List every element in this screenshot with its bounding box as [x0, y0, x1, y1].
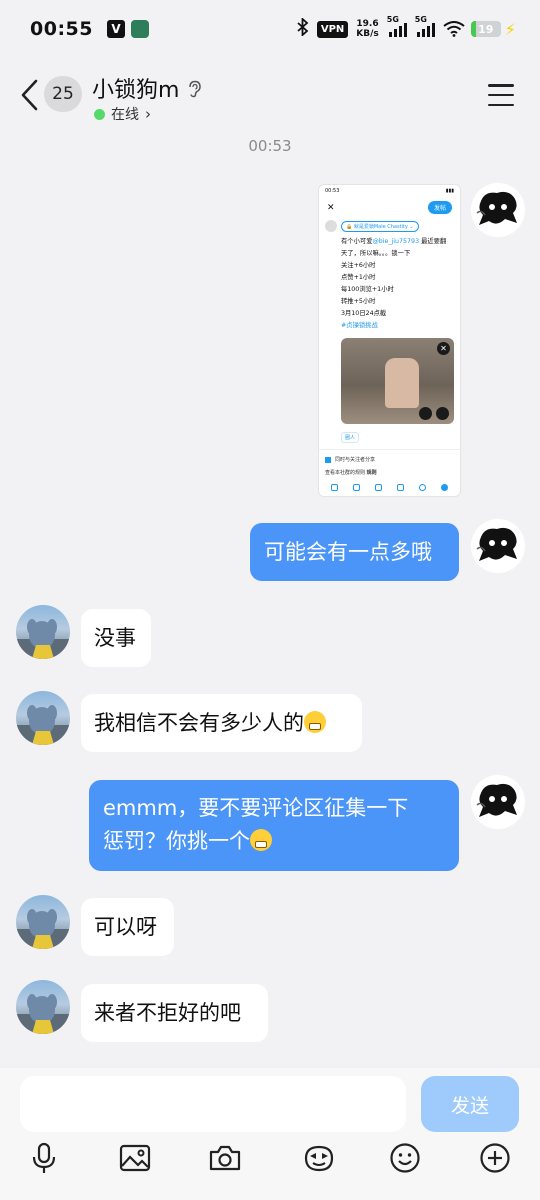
- composer: 发送: [0, 1068, 540, 1200]
- screenshot-post-text: 有个小可爱@bie_jiu75793 最近要翻 天了，所以嘛。。。锁一下 关注+…: [341, 238, 447, 329]
- contact-avatar[interactable]: [16, 691, 70, 745]
- notification-app-icon: V: [106, 20, 125, 38]
- message-text: 可以呀: [94, 915, 157, 939]
- bluetooth-icon: [297, 16, 309, 40]
- message-bubble-received[interactable]: 没事: [81, 609, 151, 667]
- message-text: 没事: [94, 626, 136, 650]
- my-avatar[interactable]: [471, 519, 525, 573]
- photo-more-icon: [436, 407, 449, 420]
- contact-avatar[interactable]: [16, 605, 70, 659]
- wifi-icon: [443, 21, 465, 37]
- photo-alt-icon: [419, 407, 432, 420]
- contact-avatar[interactable]: [16, 980, 70, 1034]
- screenshot-share-check: 同时与关注者分享: [319, 456, 460, 463]
- microphone-icon[interactable]: [24, 1138, 64, 1178]
- screenshot-toolbar: [319, 476, 460, 491]
- message-bubble-received[interactable]: 来者不拒好的吧: [81, 984, 268, 1042]
- screenshot-status-bar: 00:53 ▮▮▮: [325, 188, 454, 194]
- message-text: 来者不拒好的吧: [94, 1001, 241, 1025]
- message-input[interactable]: [20, 1076, 406, 1132]
- input-toolbar: [0, 1138, 540, 1178]
- screenshot-photo: ✕: [341, 338, 454, 424]
- notification-icons: V: [106, 20, 149, 38]
- grin-emoji-icon: [304, 711, 326, 733]
- network-speed: 19.6 KB/s: [356, 19, 379, 39]
- screenshot-audience: 🔒 就是爱锁Male Chastity ⌄: [341, 220, 419, 232]
- message-text: 可能会有一点多哦: [264, 540, 432, 564]
- my-avatar[interactable]: [471, 183, 525, 237]
- ear-icon[interactable]: [187, 79, 203, 98]
- battery-indicator: 19 ⚡: [470, 19, 516, 39]
- status-bar: 00:55 V VPN 19.6 KB/s 5G 5G 19 ⚡: [0, 0, 540, 58]
- my-avatar[interactable]: [471, 775, 525, 829]
- online-status[interactable]: 在线 ›: [94, 104, 151, 124]
- online-dot-icon: [94, 108, 105, 120]
- image-icon[interactable]: [115, 1138, 155, 1178]
- screenshot-tag-people: 圈人: [341, 432, 360, 443]
- screenshot-close-icon: ✕: [327, 202, 335, 213]
- message-bubble-received[interactable]: 我相信不会有多少人的: [81, 694, 362, 752]
- screenshot-post-button: 发帖: [427, 201, 452, 214]
- signal-icon-sim1: 5G: [387, 15, 407, 37]
- vpn-icon: VPN: [316, 20, 349, 38]
- status-time: 00:55: [30, 18, 93, 40]
- contact-avatar[interactable]: [16, 895, 70, 949]
- camera-icon[interactable]: [205, 1138, 245, 1178]
- notification-avatar-icon: [130, 20, 149, 38]
- battery-icon: 19: [470, 21, 501, 37]
- signal-icon-sim2: 5G: [415, 15, 435, 37]
- sticker-icon[interactable]: [299, 1138, 339, 1178]
- message-text-line1: emmm，要不要评论区征集一下: [103, 796, 409, 820]
- unread-count-badge[interactable]: 25: [44, 76, 82, 112]
- message-timestamp: 00:53: [248, 137, 292, 155]
- emoji-icon[interactable]: [385, 1138, 425, 1178]
- plus-icon[interactable]: [475, 1138, 515, 1178]
- message-bubble-sent[interactable]: 可能会有一点多哦: [250, 523, 459, 581]
- message-text: 我相信不会有多少人的: [94, 711, 304, 735]
- shared-screenshot-image[interactable]: 00:53 ▮▮▮ ✕ 发帖 🔒 就是爱锁Male Chastity ⌄ 有个小可…: [318, 184, 461, 497]
- smirk-emoji-icon: [250, 829, 272, 851]
- send-button[interactable]: 发送: [421, 1076, 519, 1132]
- contact-name: 小锁狗m: [92, 78, 180, 103]
- message-bubble-received[interactable]: 可以呀: [81, 898, 174, 956]
- back-arrow-icon[interactable]: [18, 78, 42, 112]
- contact-title[interactable]: 小锁狗m: [92, 72, 203, 104]
- chat-header: 25 小锁狗m 在线 ›: [0, 58, 540, 136]
- message-bubble-sent[interactable]: emmm，要不要评论区征集一下 惩罚？你挑一个: [89, 780, 459, 871]
- photo-close-icon: ✕: [437, 342, 450, 355]
- charging-icon: ⚡: [504, 19, 516, 39]
- online-status-text: 在线: [111, 107, 139, 123]
- chevron-right-icon: ›: [145, 105, 151, 123]
- menu-icon[interactable]: [488, 84, 514, 106]
- screenshot-rules: 查看本社群的规则 规则: [325, 470, 377, 476]
- message-text-line2: 惩罚？你挑一个: [103, 829, 250, 853]
- screenshot-avatar: [325, 220, 337, 232]
